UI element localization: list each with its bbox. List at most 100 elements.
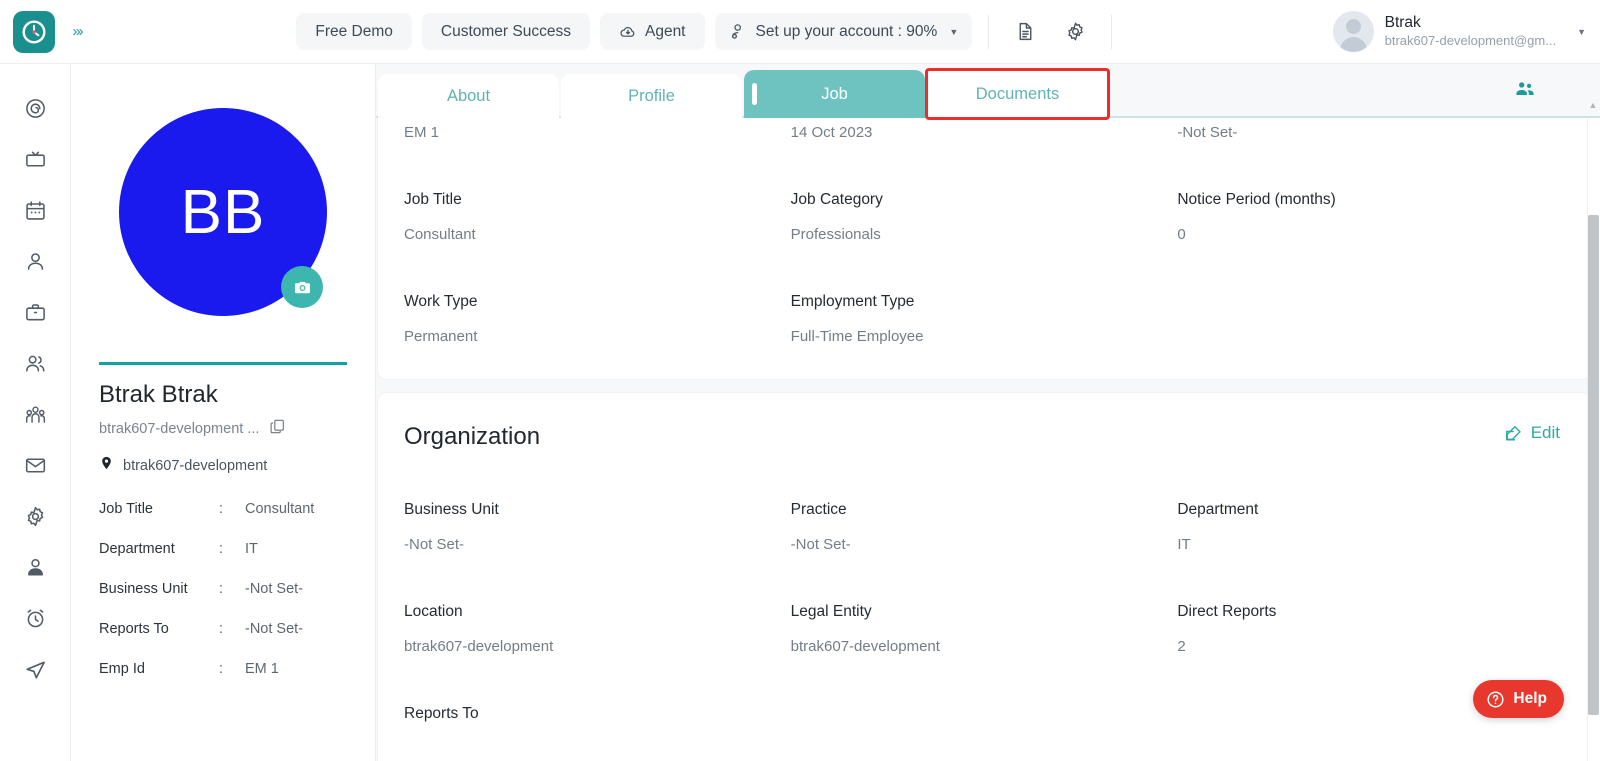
chevron-down-icon: ▼ xyxy=(1577,26,1586,37)
sidebar-item-mail[interactable] xyxy=(14,447,56,484)
tab-job-label: Job xyxy=(821,84,848,103)
document-icon xyxy=(1019,22,1032,41)
field-value: IT xyxy=(245,541,258,557)
help-label: Help xyxy=(1513,690,1547,707)
location-pin-icon xyxy=(99,454,114,477)
person-icon xyxy=(27,253,43,270)
free-demo-label: Free Demo xyxy=(315,22,393,40)
change-photo-button[interactable] xyxy=(281,266,323,308)
agent-button[interactable]: Agent xyxy=(599,13,705,50)
help-button[interactable]: Help xyxy=(1473,680,1564,718)
field-value: EM 1 xyxy=(245,661,279,677)
field-label: Reports To xyxy=(99,621,169,637)
tab-profile[interactable]: Profile xyxy=(561,74,742,118)
field-value: EM 1 xyxy=(404,124,440,141)
profile-location: btrak607-development xyxy=(123,457,268,474)
copy-icon[interactable] xyxy=(269,418,286,440)
clock-logo-icon xyxy=(22,20,46,43)
sidebar-item-tv[interactable] xyxy=(14,141,56,178)
field-value: 0 xyxy=(1177,226,1186,243)
field-value: btrak607-development xyxy=(790,638,940,655)
field-label: Practice xyxy=(790,501,847,518)
sidebar-item-people[interactable] xyxy=(14,345,56,382)
sidebar-item-dashboard[interactable] xyxy=(14,90,56,127)
field-value: -Not Set- xyxy=(245,621,304,637)
organization-title: Organization xyxy=(404,423,541,450)
mail-icon xyxy=(25,458,45,473)
field-label: Direct Reports xyxy=(1177,603,1277,620)
setup-account-button[interactable]: Set up your account : 90% ▼ xyxy=(714,13,973,50)
field-value: -Not Set- xyxy=(245,581,304,597)
settings-gear-icon xyxy=(27,506,43,527)
field-label: Employment Type xyxy=(790,293,915,310)
briefcase-icon xyxy=(25,304,45,321)
team-members-button[interactable] xyxy=(1512,78,1538,105)
edit-organization-button[interactable]: Edit xyxy=(1504,423,1560,443)
team-icon xyxy=(25,406,45,423)
customer-success-button[interactable]: Customer Success xyxy=(421,13,590,50)
org-row-1: Business Unit -Not Set- Practice -Not Se… xyxy=(404,451,1564,553)
sidebar-expand-button[interactable]: »› xyxy=(60,14,94,49)
sidebar-item-settings[interactable] xyxy=(14,498,56,535)
sidebar-item-send[interactable] xyxy=(14,651,56,688)
people-teal-icon xyxy=(1516,82,1534,96)
settings-icon-button[interactable] xyxy=(1055,12,1095,52)
field-location: Location btrak607-development xyxy=(404,553,791,655)
dashboard-icon xyxy=(25,99,45,118)
sidebar-item-jobs[interactable] xyxy=(14,294,56,331)
user-menu[interactable]: Btrak btrak607-development@gm... ▼ xyxy=(1321,11,1600,52)
field-empty-2 xyxy=(791,655,1178,740)
scroll-up-arrow-icon[interactable]: ▲ xyxy=(1588,100,1598,110)
field-separator: : xyxy=(219,541,224,557)
people-icon xyxy=(25,355,45,372)
tab-about[interactable]: About xyxy=(378,74,559,118)
user-text: Btrak btrak607-development@gm... xyxy=(1385,13,1556,49)
sidebar-item-alarm[interactable] xyxy=(14,600,56,637)
field-separator: : xyxy=(219,661,224,677)
field-separator: : xyxy=(219,581,224,597)
field-label: Job Title xyxy=(404,191,462,208)
field-label: Job Title xyxy=(99,501,153,517)
edit-pencil-icon xyxy=(1505,425,1521,441)
field-value: Professionals xyxy=(790,226,881,243)
tab-documents[interactable]: Documents xyxy=(925,68,1110,120)
field-label: Job Category xyxy=(790,191,883,208)
field-label: Department xyxy=(99,541,175,557)
free-demo-button[interactable]: Free Demo xyxy=(296,13,412,50)
profile-location-row: btrak607-development xyxy=(99,454,347,477)
list-item: Job Title : Consultant xyxy=(99,501,347,517)
tv-icon xyxy=(25,151,45,167)
app-logo[interactable] xyxy=(13,10,55,53)
cloud-download-icon xyxy=(620,26,635,37)
field-department: Department IT xyxy=(1177,451,1564,553)
tab-about-label: About xyxy=(446,86,491,105)
customer-success-label: Customer Success xyxy=(440,22,571,40)
field-value: -Not Set- xyxy=(1177,124,1238,141)
field-value: btrak607-development xyxy=(404,638,554,655)
field-label: Reports To xyxy=(404,705,479,722)
camera-icon xyxy=(294,281,310,293)
header-divider-2 xyxy=(1111,14,1113,49)
sidebar-item-person[interactable] xyxy=(14,243,56,280)
list-item: Reports To : -Not Set- xyxy=(99,621,347,637)
documents-icon-button[interactable] xyxy=(1005,12,1045,52)
agent-label: Agent xyxy=(644,22,686,40)
sidebar-item-team[interactable] xyxy=(14,396,56,433)
field-value: -Not Set- xyxy=(404,536,465,553)
job-row-1: Job Title Consultant Job Category Profes… xyxy=(404,141,1564,243)
field-label: Notice Period (months) xyxy=(1177,191,1336,208)
field-value: Full-Time Employee xyxy=(790,328,924,345)
scrollbar-thumb[interactable] xyxy=(1588,215,1599,715)
list-item: Business Unit : -Not Set- xyxy=(99,581,347,597)
list-item: Department : IT xyxy=(99,541,347,557)
sidebar-item-user-badge[interactable] xyxy=(14,549,56,586)
job-partial-row: EM 1 14 Oct 2023 -Not Set- xyxy=(404,118,1564,141)
tab-job[interactable]: Job xyxy=(744,70,925,118)
field-work-type: Work Type Permanent xyxy=(404,243,791,345)
avatar-initials: BB xyxy=(180,177,266,247)
avatar xyxy=(1332,11,1374,52)
field-empty xyxy=(1177,243,1564,345)
sidebar-item-calendar[interactable] xyxy=(14,192,56,229)
field-label: Location xyxy=(404,603,463,620)
chevrons-right-icon: »› xyxy=(72,23,83,40)
